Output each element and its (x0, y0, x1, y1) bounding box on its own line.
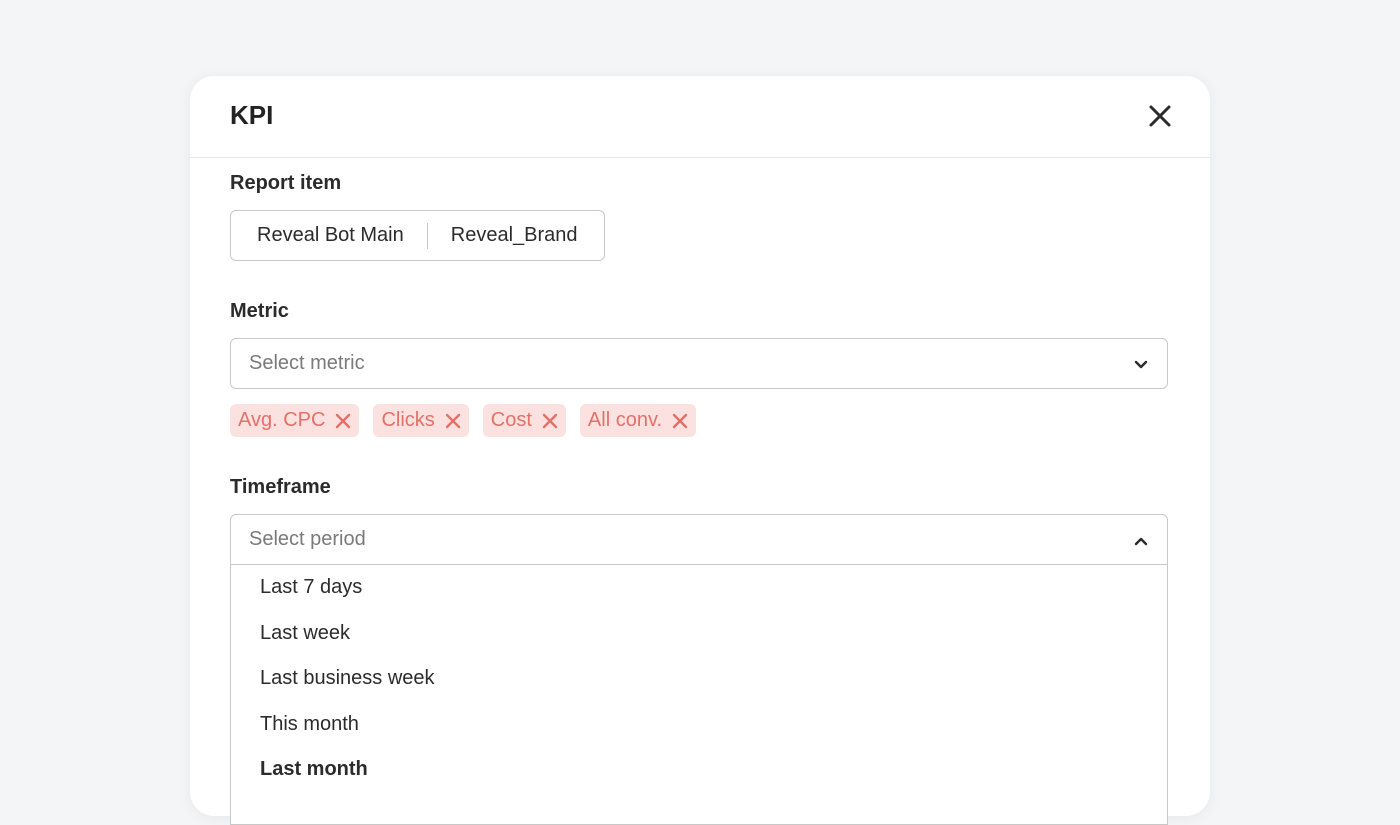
timeframe-select[interactable]: Select period (230, 514, 1168, 565)
modal-header: KPI (190, 76, 1210, 158)
timeframe-label: Timeframe (230, 476, 331, 498)
remove-tag-icon[interactable] (335, 413, 351, 429)
metric-tag-label: All conv. (587, 409, 663, 431)
remove-tag-icon[interactable] (542, 413, 558, 429)
report-item-selector: Reveal Bot Main Reveal_Brand (230, 210, 605, 261)
remove-tag-icon[interactable] (445, 413, 461, 429)
metric-tag: Avg. CPC (230, 404, 360, 437)
report-item-label: Report item (230, 172, 342, 194)
metric-tag: All conv. (579, 404, 697, 437)
chevron-up-icon (1134, 537, 1148, 546)
timeframe-option-last-7-days[interactable]: Last 7 days (231, 565, 1167, 611)
metric-label: Metric (230, 300, 289, 322)
remove-tag-icon[interactable] (672, 413, 688, 429)
kpi-modal: KPI Report item Reveal Bot Main Reveal_B… (190, 76, 1210, 825)
report-item-segment-reveal-brand[interactable]: Reveal_Brand (451, 224, 578, 247)
timeframe-option-last-month[interactable]: Last month (231, 747, 1167, 793)
chevron-down-icon (1134, 360, 1148, 369)
metric-tag: Cost (482, 404, 566, 437)
modal-title: KPI (230, 100, 274, 130)
metric-select-placeholder: Select metric (249, 352, 365, 374)
timeframe-option-last-week[interactable]: Last week (231, 611, 1167, 657)
metric-tag-label: Cost (490, 409, 532, 431)
timeframe-option-this-month[interactable]: This month (231, 702, 1167, 748)
timeframe-option-last-business-week[interactable]: Last business week (231, 656, 1167, 702)
metric-tag-label: Avg. CPC (238, 409, 326, 431)
close-icon (1149, 105, 1171, 127)
segment-divider (426, 222, 428, 249)
report-item-segment-reveal-bot-main[interactable]: Reveal Bot Main (257, 224, 404, 247)
metric-select[interactable]: Select metric (230, 338, 1168, 389)
close-button[interactable] (1146, 102, 1174, 130)
metric-tag: Clicks (373, 404, 469, 437)
metric-tags: Avg. CPC Clicks Cost All conv. (230, 404, 697, 437)
timeframe-select-placeholder: Select period (249, 528, 366, 550)
timeframe-dropdown-menu: Last 7 days Last week Last business week… (230, 565, 1168, 825)
metric-tag-label: Clicks (381, 409, 435, 431)
